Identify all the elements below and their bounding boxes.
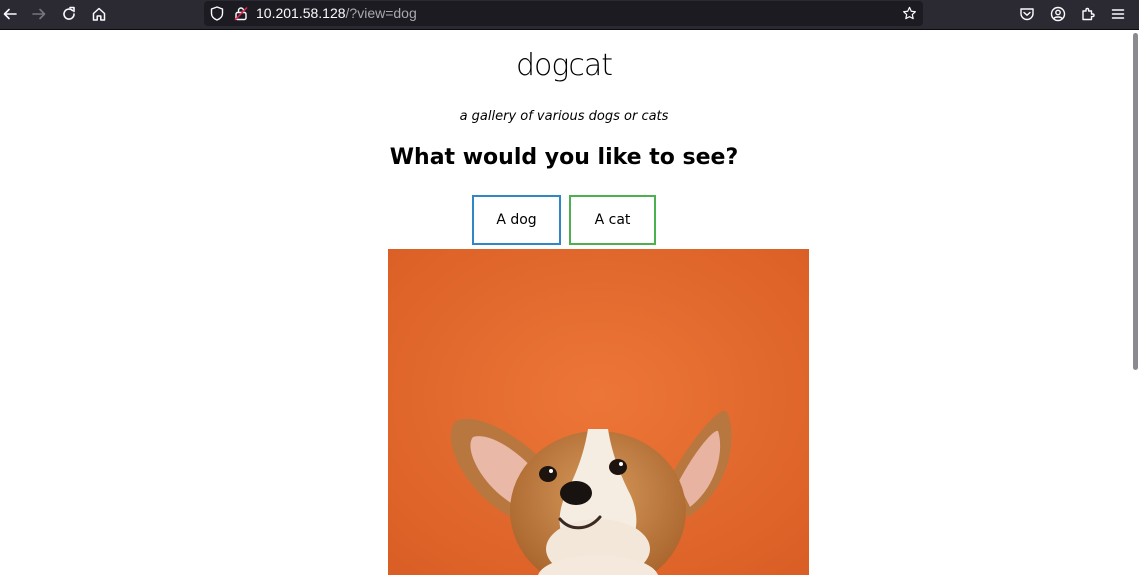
page-question: What would you like to see? — [389, 145, 739, 170]
dog-photo — [388, 249, 809, 575]
hamburger-icon — [1111, 9, 1125, 19]
cat-button[interactable]: A cat — [569, 195, 656, 245]
reload-icon — [63, 6, 75, 20]
arrow-right-icon — [32, 8, 46, 20]
page-subtitle: a gallery of various dogs or cats — [459, 109, 669, 124]
scrollbar-thumb[interactable] — [1133, 33, 1138, 370]
puzzle-icon — [1082, 7, 1095, 21]
shield-icon[interactable] — [210, 6, 224, 21]
home-icon — [92, 7, 106, 21]
url-host: 10.201.58.128 — [256, 5, 346, 21]
browser-toolbar: 10.201.58.128/?view=dog — [0, 0, 1139, 30]
cat-button-label: A cat — [594, 212, 631, 228]
arrow-left-icon — [3, 8, 17, 20]
forward-button[interactable] — [25, 1, 53, 27]
url-text[interactable]: 10.201.58.128/?view=dog — [256, 1, 417, 26]
dog-illustration — [388, 249, 809, 575]
dog-button[interactable]: A dog — [472, 195, 561, 245]
account-icon — [1050, 6, 1066, 22]
page-title: dogcat — [515, 48, 613, 83]
url-path: /?view=dog — [345, 5, 417, 21]
page-content: dogcat a gallery of various dogs or cats… — [0, 31, 1131, 575]
star-icon[interactable] — [902, 6, 917, 21]
dog-button-label: A dog — [496, 212, 537, 228]
extensions-button[interactable] — [1074, 1, 1102, 27]
lock-insecure-icon[interactable] — [234, 6, 248, 21]
menu-button[interactable] — [1104, 1, 1132, 27]
account-button[interactable] — [1044, 1, 1072, 27]
page-scrollbar[interactable] — [1131, 30, 1139, 575]
pocket-button[interactable] — [1013, 1, 1041, 27]
home-button[interactable] — [85, 1, 113, 27]
address-bar[interactable]: 10.201.58.128/?view=dog — [204, 1, 923, 26]
reload-button[interactable] — [55, 1, 83, 27]
pocket-icon — [1020, 8, 1034, 21]
back-button[interactable] — [0, 1, 24, 27]
